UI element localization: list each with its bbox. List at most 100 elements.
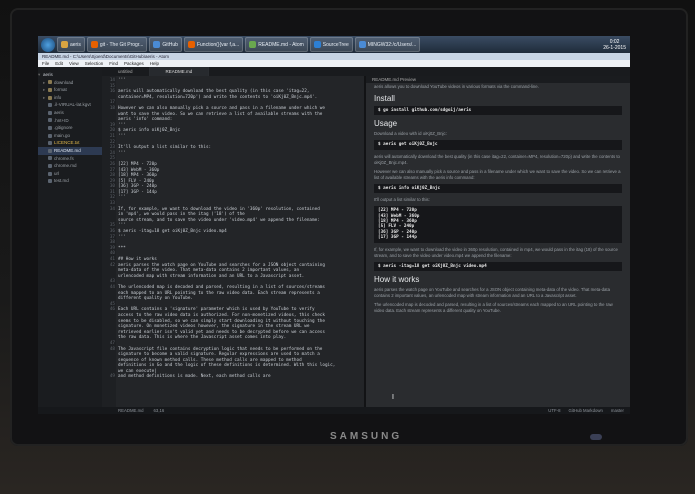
menu-item-packages[interactable]: Packages bbox=[124, 60, 144, 67]
line-text: aeris 'info' command: bbox=[118, 117, 173, 123]
editor-pane[interactable]: 14 ''' 15 16 aeris will automatically downlo… bbox=[102, 76, 364, 407]
tree-item-label: download bbox=[54, 79, 74, 85]
tree-item-label: url bbox=[54, 170, 60, 176]
preview-usage-p1: Download a video with id oiKj0Z_Bnjc: bbox=[374, 131, 447, 137]
tree-item[interactable]: test.md bbox=[38, 177, 102, 185]
line-text: ''' bbox=[118, 234, 126, 240]
file-icon bbox=[48, 141, 52, 146]
menu-item-selection[interactable]: Selection bbox=[85, 60, 104, 67]
preview-usage-cmd3: $ aeris -itag=18 get oiKj0Z_Bnjc video.m… bbox=[374, 261, 622, 272]
chevron-down-icon: ▾ bbox=[38, 72, 41, 77]
line-text: *** bbox=[118, 245, 126, 251]
app-icon bbox=[90, 41, 98, 48]
line-text: different quality on YouTube. bbox=[118, 296, 194, 302]
monitor-brand-logo: SAMSUNG bbox=[330, 431, 403, 442]
app-icon bbox=[153, 41, 161, 48]
taskbar-item[interactable]: git - The Git Progr... bbox=[86, 37, 148, 52]
tree-item-label: .hnt+ID bbox=[54, 117, 69, 123]
line-number: 49 bbox=[109, 374, 115, 380]
tree-item-label: info bbox=[54, 94, 62, 100]
tree-item[interactable]: .gitignore bbox=[38, 124, 102, 132]
preview-tab[interactable]: README.md Preview bbox=[366, 76, 630, 83]
tree-item-label: README.md bbox=[54, 147, 81, 153]
taskbar-item-label: SourceTree bbox=[322, 41, 349, 48]
status-bar: README.md 63,16 UTF-8 GitHub Markdown ma… bbox=[38, 407, 630, 414]
taskbar-item-label: git - The Git Progr... bbox=[99, 41, 144, 48]
tree-root-label: aeris bbox=[43, 72, 53, 77]
line-text: the raw data. This is where the Javascri… bbox=[118, 335, 287, 341]
tree-item[interactable]: ▸ format bbox=[38, 86, 102, 94]
taskbar-item[interactable]: MINGW32:/c/Users/... bbox=[354, 37, 421, 52]
tree-item[interactable]: chrome.fs bbox=[38, 155, 102, 163]
taskbar-item[interactable]: README.md - Atom bbox=[245, 37, 308, 52]
tree-item[interactable]: aeris bbox=[38, 109, 102, 117]
markdown-preview-pane[interactable]: README.md Preview aeris allows you to do… bbox=[366, 76, 630, 407]
editor-tab[interactable]: README.md bbox=[149, 67, 210, 76]
tree-item[interactable]: main.go bbox=[38, 132, 102, 140]
file-icon bbox=[48, 179, 52, 184]
tree-item[interactable]: LICENCE.txt bbox=[38, 139, 102, 147]
tree-item[interactable]: .hnt+ID bbox=[38, 117, 102, 125]
preview-usage-p4: It'll output a list similar to this: bbox=[374, 197, 430, 203]
app-icon bbox=[249, 41, 257, 48]
status-encoding[interactable]: UTF-8 bbox=[548, 407, 560, 414]
chevron-right-icon: ▸ bbox=[43, 94, 46, 100]
status-grammar[interactable]: GitHub Markdown bbox=[568, 407, 602, 414]
start-button-icon[interactable] bbox=[41, 37, 55, 52]
menu-item-file[interactable]: File bbox=[42, 60, 49, 67]
folder-icon bbox=[48, 95, 52, 100]
tree-root[interactable]: ▾ aeris bbox=[38, 71, 102, 79]
preview-how-p1: aeris parses the watch page on YouTube a… bbox=[374, 287, 610, 299]
line-text: ''' bbox=[118, 133, 126, 139]
taskbar-item-label: README.md - Atom bbox=[258, 41, 304, 48]
taskbar-item[interactable]: SourceTree bbox=[309, 37, 353, 52]
tree-item[interactable]: ▸ download bbox=[38, 79, 102, 87]
menu-bar: File Edit View Selection Find Packages Help bbox=[38, 60, 630, 67]
line-text: ''' bbox=[118, 78, 126, 83]
preview-heading-usage: Usage bbox=[374, 119, 398, 129]
status-file[interactable]: README.md bbox=[118, 407, 144, 414]
tree-item-label: chrome.fs bbox=[54, 155, 74, 161]
tree-item[interactable]: ▸ info bbox=[38, 94, 102, 102]
status-position[interactable]: 63,16 bbox=[154, 407, 165, 414]
tree-item[interactable]: README.md bbox=[38, 146, 102, 155]
taskbar: aeris git - The Git Progr... GitHub Functio… bbox=[38, 36, 630, 53]
tree-items: ▸ download ▸ format ▸ info .il-VIRUAL-lat.kgvt… bbox=[38, 79, 102, 185]
menu-item-find[interactable]: Find bbox=[109, 60, 118, 67]
taskbar-item[interactable]: GitHub bbox=[149, 37, 182, 52]
status-branch[interactable]: master bbox=[611, 407, 624, 414]
line-text: It'll output a list similar to this: bbox=[118, 145, 212, 151]
menu-item-view[interactable]: View bbox=[69, 60, 79, 67]
tree-item[interactable]: .il-VIRUAL-lat.kgvt bbox=[38, 101, 102, 109]
file-icon bbox=[48, 171, 52, 176]
line-text: and method definitions is made. Next, ea… bbox=[118, 374, 271, 380]
taskbar-clock[interactable]: 0:02 26-1-2015 bbox=[603, 39, 630, 51]
preview-usage-cmd1: $ aeris get oiKj0Z_Bnjc bbox=[374, 140, 622, 150]
tree-item[interactable]: url bbox=[38, 170, 102, 178]
preview-heading-how: How it works bbox=[374, 275, 420, 285]
preview-intro: aeris allows you to download YouTube vid… bbox=[374, 84, 539, 89]
menu-item-edit[interactable]: Edit bbox=[55, 60, 63, 67]
chevron-right-icon: ▸ bbox=[43, 87, 46, 93]
file-icon bbox=[48, 110, 52, 115]
screen: aeris git - The Git Progr... GitHub Functio… bbox=[38, 36, 630, 414]
line-text: source stream, and to save the video und… bbox=[118, 217, 320, 223]
taskbar-item-label: GitHub bbox=[162, 41, 178, 48]
app-icon bbox=[358, 41, 366, 48]
taskbar-item-label: MINGW32:/c/Users/... bbox=[367, 41, 417, 48]
menu-item-help[interactable]: Help bbox=[150, 60, 159, 67]
line-text: ''' bbox=[118, 150, 126, 156]
chevron-right-icon: ▸ bbox=[43, 79, 46, 85]
file-icon bbox=[48, 148, 52, 153]
text-cursor-icon: I bbox=[392, 394, 394, 401]
preview-body: aeris allows you to download YouTube vid… bbox=[374, 83, 622, 317]
tree-item-label: LICENCE.txt bbox=[54, 140, 80, 146]
code-lines: 14 ''' 15 16 aeris will automatically downlo… bbox=[102, 78, 364, 380]
taskbar-item[interactable]: aeris bbox=[57, 37, 85, 52]
line-text: $ aeris -itag=18 get oiKj0Z_Bnjc video.m… bbox=[118, 229, 227, 235]
app-icon bbox=[187, 41, 195, 48]
taskbar-item[interactable]: Function(){var f,a... bbox=[183, 37, 244, 52]
tree-item[interactable]: chrome.md bbox=[38, 162, 102, 170]
editor-tab[interactable]: untitled bbox=[102, 67, 150, 76]
preview-how-p2: The urlencoded map is decoded and parsed… bbox=[374, 302, 613, 314]
